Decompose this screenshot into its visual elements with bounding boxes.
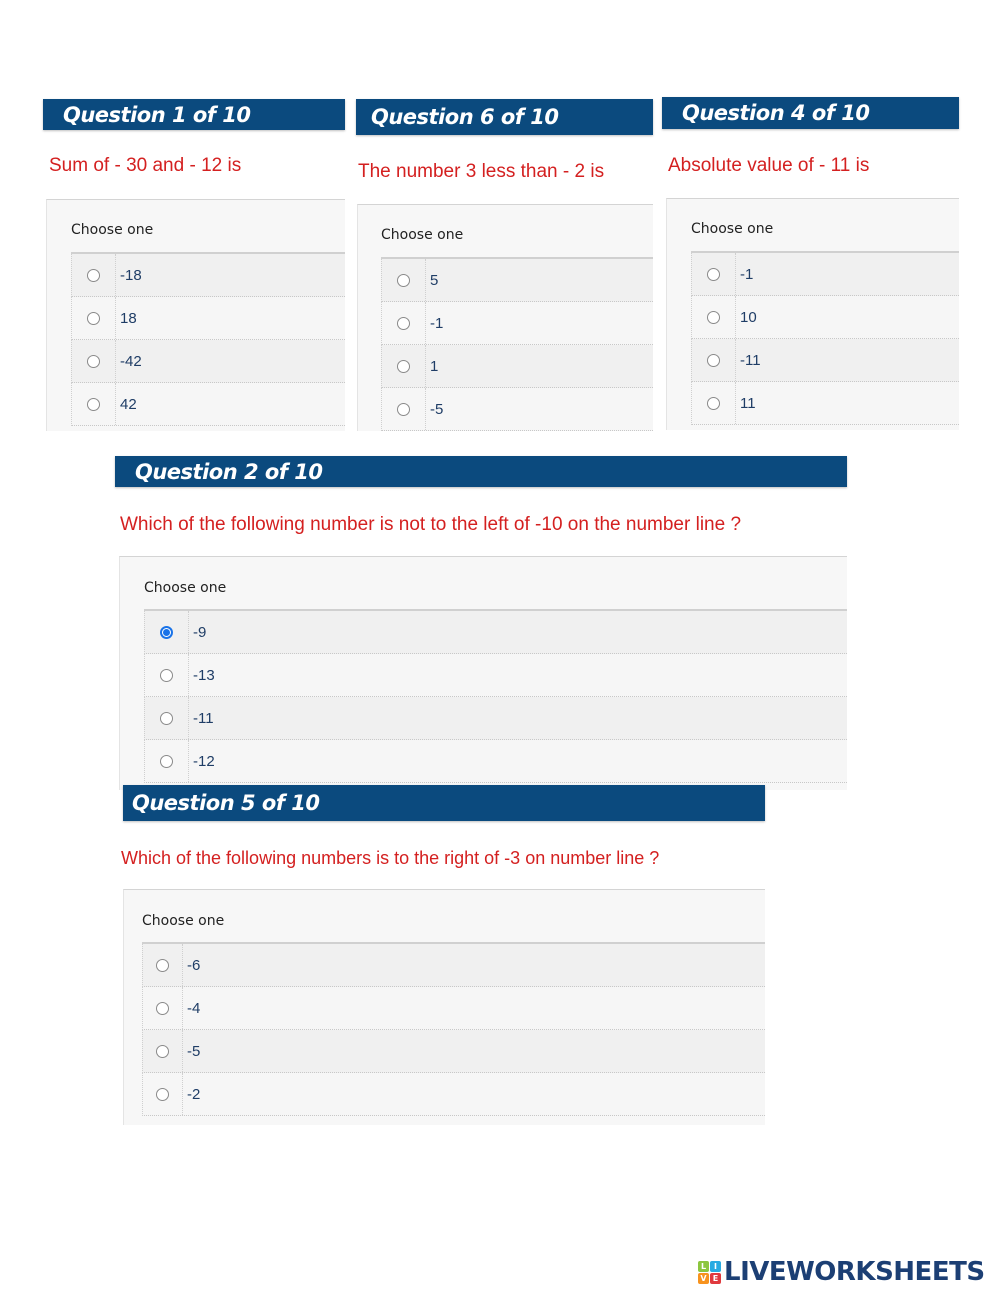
options-list: 5 -1 1 -5 <box>381 257 653 431</box>
radio-button[interactable] <box>160 754 173 768</box>
option-row[interactable]: -2 <box>142 1073 765 1116</box>
question-card-6: Question 6 of 10 The number 3 less than … <box>356 99 653 431</box>
radio-button[interactable] <box>87 354 100 368</box>
question-card-1: Question 1 of 10 Sum of - 30 and - 12 is… <box>43 99 345 431</box>
radio-button[interactable] <box>160 668 173 682</box>
option-label: -6 <box>187 956 201 974</box>
option-row[interactable]: -5 <box>142 1030 765 1073</box>
option-label: -2 <box>187 1085 201 1103</box>
radio-button[interactable] <box>156 958 169 972</box>
option-row[interactable]: 5 <box>381 259 653 302</box>
answer-panel: Choose one -6 -4 -5 -2 <box>123 889 765 1125</box>
choose-one-label: Choose one <box>142 913 225 929</box>
question-header: Question 5 of 10 <box>123 785 765 821</box>
answer-panel: Choose one 5 -1 1 -5 <box>357 204 653 431</box>
option-label: -42 <box>120 352 142 370</box>
radio-button[interactable] <box>707 267 720 281</box>
radio-button[interactable] <box>160 711 173 725</box>
option-label: -11 <box>193 709 214 727</box>
option-row[interactable]: -18 <box>71 254 345 297</box>
option-label: 5 <box>430 271 439 289</box>
radio-button[interactable] <box>156 1001 169 1015</box>
option-row[interactable]: -11 <box>691 339 959 382</box>
answer-panel: Choose one -1 10 -11 11 <box>666 198 959 430</box>
question-card-5: Question 5 of 10 Which of the following … <box>121 785 765 1125</box>
question-text: Which of the following numbers is to the… <box>121 848 660 868</box>
radio-button[interactable] <box>707 396 720 410</box>
question-header: Question 6 of 10 <box>356 99 653 135</box>
options-list: -6 -4 -5 -2 <box>142 942 765 1116</box>
logo-text: LIVEWORKSHEETS <box>724 1257 985 1287</box>
question-text: The number 3 less than - 2 is <box>358 161 605 182</box>
option-label: 18 <box>120 309 137 327</box>
option-row[interactable]: 42 <box>71 383 345 426</box>
question-header: Question 2 of 10 <box>115 456 847 487</box>
radio-button[interactable] <box>156 1044 169 1058</box>
option-row[interactable]: -11 <box>144 697 847 740</box>
radio-button[interactable] <box>156 1087 169 1101</box>
question-text: Sum of - 30 and - 12 is <box>49 155 242 176</box>
live-tiles-icon: L I V E <box>698 1260 721 1284</box>
radio-button-selected[interactable] <box>160 625 173 639</box>
question-header: Question 1 of 10 <box>43 99 345 130</box>
option-row[interactable]: -6 <box>142 944 765 987</box>
options-list: -1 10 -11 11 <box>691 251 959 425</box>
radio-button[interactable] <box>87 268 100 282</box>
option-row[interactable]: -12 <box>144 740 847 783</box>
option-label: -1 <box>430 314 444 332</box>
question-card-2: Question 2 of 10 Which of the following … <box>115 456 847 790</box>
choose-one-label: Choose one <box>144 580 227 596</box>
question-card-4: Question 4 of 10 Absolute value of - 11 … <box>662 97 959 430</box>
radio-button[interactable] <box>707 353 720 367</box>
options-list: -18 18 -42 42 <box>71 252 345 426</box>
option-label: -5 <box>187 1042 201 1060</box>
option-row[interactable]: -1 <box>691 253 959 296</box>
logo-tile: L <box>698 1260 709 1272</box>
option-label: -18 <box>120 266 142 284</box>
logo-tile: V <box>698 1272 709 1284</box>
option-label: -4 <box>187 999 201 1017</box>
option-label: 11 <box>740 394 756 412</box>
option-label: 1 <box>430 357 439 375</box>
option-label: 42 <box>120 395 137 413</box>
option-label: -9 <box>193 623 207 641</box>
option-label: -1 <box>740 265 754 283</box>
choose-one-label: Choose one <box>381 227 464 243</box>
options-list: -9 -13 -11 -12 <box>144 609 847 783</box>
radio-button[interactable] <box>707 310 720 324</box>
radio-button[interactable] <box>87 311 100 325</box>
choose-one-label: Choose one <box>71 222 154 238</box>
option-row[interactable]: -13 <box>144 654 847 697</box>
choose-one-label: Choose one <box>691 221 774 237</box>
radio-button[interactable] <box>397 273 410 287</box>
liveworksheets-logo: L I V E LIVEWORKSHEETS <box>698 1257 985 1287</box>
radio-button[interactable] <box>397 402 410 416</box>
option-label: -11 <box>740 351 761 369</box>
question-text: Absolute value of - 11 is <box>668 155 870 176</box>
option-row[interactable]: 10 <box>691 296 959 339</box>
option-row[interactable]: 18 <box>71 297 345 340</box>
option-row[interactable]: -5 <box>381 388 653 431</box>
option-label: -12 <box>193 752 215 770</box>
question-header: Question 4 of 10 <box>662 97 959 129</box>
option-label: -13 <box>193 666 215 684</box>
answer-panel: Choose one -9 -13 -11 -12 <box>119 556 847 790</box>
question-text: Which of the following number is not to … <box>120 514 742 535</box>
option-row[interactable]: 11 <box>691 382 959 425</box>
logo-tile: E <box>710 1272 721 1284</box>
option-row[interactable]: -9 <box>144 611 847 654</box>
option-row[interactable]: -4 <box>142 987 765 1030</box>
radio-button[interactable] <box>87 397 100 411</box>
radio-button[interactable] <box>397 316 410 330</box>
option-label: 10 <box>740 308 757 326</box>
answer-panel: Choose one -18 18 -42 42 <box>46 199 345 431</box>
logo-tile: I <box>710 1260 721 1272</box>
option-row[interactable]: -1 <box>381 302 653 345</box>
option-row[interactable]: 1 <box>381 345 653 388</box>
option-row[interactable]: -42 <box>71 340 345 383</box>
option-label: -5 <box>430 400 444 418</box>
radio-button[interactable] <box>397 359 410 373</box>
